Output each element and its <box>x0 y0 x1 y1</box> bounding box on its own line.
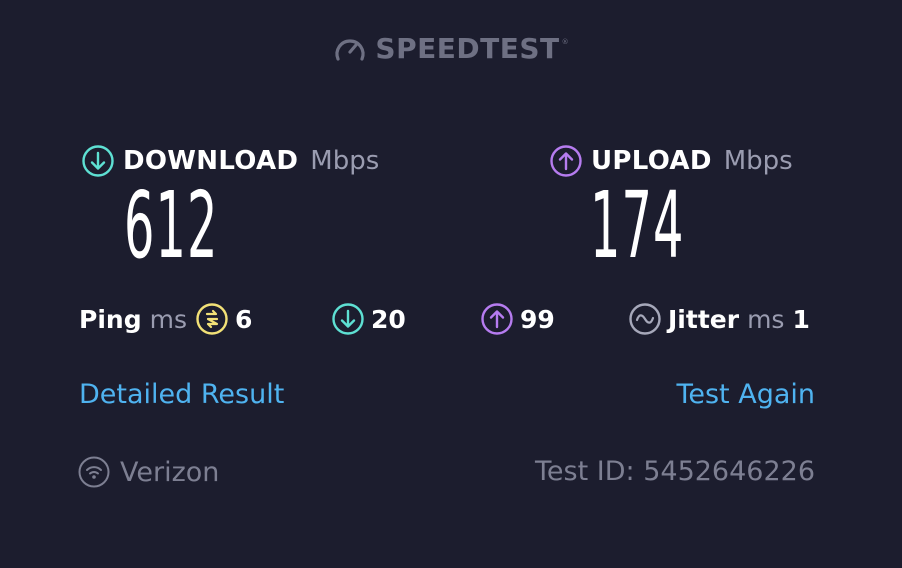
upload-latency-stat: 99 <box>480 302 555 336</box>
download-latency-stat: 20 <box>331 302 406 336</box>
speedtest-result-panel: SPEEDTEST ® DOWNLOAD Mbps UPLOAD Mbps 61… <box>0 0 902 568</box>
upload-speed-value: 174 <box>590 172 685 279</box>
download-speed-value: 612 <box>124 172 219 279</box>
detailed-result-link[interactable]: Detailed Result <box>79 379 284 410</box>
wifi-icon <box>78 456 110 488</box>
upload-unit: Mbps <box>723 146 793 176</box>
brand-name: SPEEDTEST <box>375 32 560 65</box>
jitter-value: 1 <box>792 304 810 334</box>
jitter-unit: ms <box>747 304 785 334</box>
upload-latency-value: 99 <box>520 304 555 334</box>
jitter-label: Jitter <box>668 304 740 334</box>
download-arrow-icon <box>81 144 115 178</box>
speedometer-icon <box>333 33 367 65</box>
download-latency-value: 20 <box>371 304 406 334</box>
brand-header: SPEEDTEST ® <box>0 32 902 65</box>
download-arrow-icon <box>331 302 365 336</box>
jitter-stat: Jitter ms 1 <box>628 302 810 336</box>
ping-label: Ping <box>79 304 142 334</box>
upload-arrow-icon <box>549 144 583 178</box>
ping-icon <box>195 302 229 336</box>
ping-stat: Ping ms 6 <box>79 302 252 336</box>
test-id: Test ID: 5452646226 <box>535 456 815 487</box>
isp-info: Verizon <box>78 456 219 488</box>
upload-arrow-icon <box>480 302 514 336</box>
ping-unit: ms <box>149 304 187 334</box>
isp-name: Verizon <box>120 456 220 488</box>
test-again-link[interactable]: Test Again <box>676 379 815 410</box>
ping-value: 6 <box>234 304 253 334</box>
brand-trademark: ® <box>561 38 569 46</box>
jitter-wave-icon <box>628 302 662 336</box>
download-unit: Mbps <box>310 146 380 176</box>
